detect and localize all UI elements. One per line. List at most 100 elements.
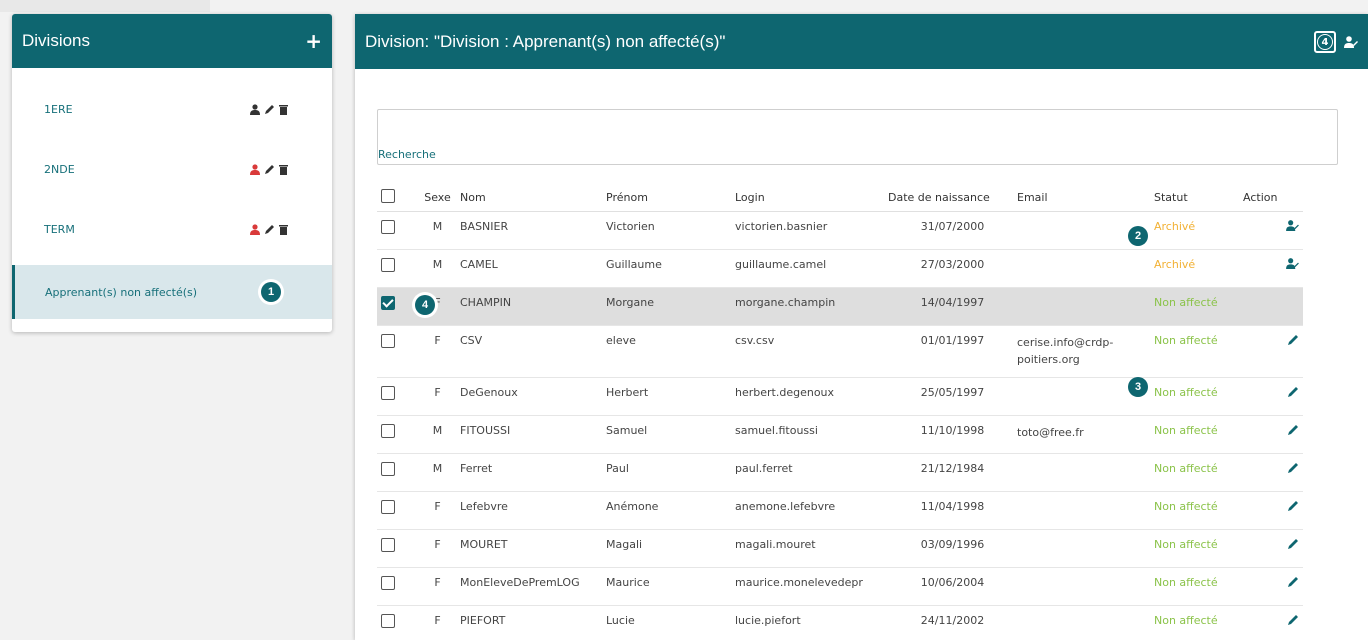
division-item-2nde[interactable]: 2NDE — [12, 142, 332, 196]
row-checkbox[interactable] — [381, 333, 395, 348]
cell-date: 25/05/1997 — [888, 377, 1017, 416]
top-strip — [0, 0, 210, 12]
row-checkbox-cell — [377, 211, 415, 250]
delete-icon[interactable] — [279, 224, 288, 235]
cell-prenom: Anémone — [606, 491, 735, 530]
row-checkbox[interactable] — [381, 257, 395, 272]
search-input[interactable] — [384, 116, 1324, 142]
col-login[interactable]: Login — [735, 185, 888, 212]
row-checkbox[interactable] — [381, 219, 395, 234]
divisions-panel: Divisions + 1ERE 2NDE TERM Apprenant(s) … — [12, 14, 332, 332]
table-row[interactable]: M CAMEL Guillaume guillaume.camel 27/03/2000… — [377, 249, 1303, 288]
cell-email — [1017, 605, 1154, 640]
row-checkbox-cell — [377, 415, 415, 454]
edit-icon[interactable] — [1287, 614, 1299, 626]
division-item-non-affectes[interactable]: Apprenant(s) non affecté(s) 1 — [12, 265, 332, 319]
table-row[interactable]: M FITOUSSI Samuel samuel.fitoussi 11/10/1998… — [377, 415, 1303, 454]
delete-icon[interactable] — [279, 104, 288, 115]
col-email[interactable]: Email — [1017, 185, 1154, 212]
cell-action — [1243, 377, 1303, 416]
select-all-checkbox[interactable] — [381, 189, 395, 204]
cell-email — [1017, 453, 1154, 492]
table-row[interactable]: F PIEFORT Lucie lucie.piefort 24/11/2002 Non … — [377, 605, 1303, 640]
assign-user-icon[interactable] — [1344, 36, 1358, 48]
col-date[interactable]: Date de naissance — [888, 185, 1017, 212]
edit-icon[interactable] — [1287, 462, 1299, 474]
table-row[interactable]: F CSV eleve csv.csv 01/01/1997 cerise.info@cr… — [377, 325, 1303, 378]
cell-date: 27/03/2000 — [888, 249, 1017, 288]
table-row[interactable]: F Lefebvre Anémone anemone.lefebvre 11/04/19… — [377, 491, 1303, 530]
table-row[interactable]: F CHAMPIN Morgane morgane.champin 14/04/1997… — [377, 287, 1303, 326]
row-checkbox[interactable] — [381, 499, 395, 514]
cell-prenom: Herbert — [606, 377, 735, 416]
edit-icon[interactable] — [1287, 386, 1299, 398]
assign-user-icon[interactable] — [250, 223, 260, 235]
cell-login: csv.csv — [735, 325, 888, 378]
cell-prenom: Samuel — [606, 415, 735, 454]
division-label: Apprenant(s) non affecté(s) — [45, 285, 198, 299]
cell-statut: Non affecté — [1154, 491, 1243, 530]
cell-prenom: Magali — [606, 529, 735, 568]
cell-sexe: F — [415, 491, 460, 530]
cell-login: maurice.monelevedepr — [735, 567, 888, 606]
search-box[interactable]: Recherche — [377, 109, 1338, 165]
cell-sexe: M — [415, 453, 460, 492]
edit-icon[interactable] — [1287, 576, 1299, 588]
cell-login: lucie.piefort — [735, 605, 888, 640]
cell-email — [1017, 287, 1154, 326]
cell-statut: Non affecté — [1154, 567, 1243, 606]
row-checkbox[interactable] — [381, 423, 395, 438]
division-label: 2NDE — [44, 162, 75, 176]
row-checkbox[interactable] — [381, 295, 395, 310]
cell-sexe: F — [415, 377, 460, 416]
divisions-header: Divisions + — [12, 14, 332, 68]
col-statut[interactable]: Statut — [1154, 185, 1243, 212]
row-checkbox[interactable] — [381, 613, 395, 628]
cell-date: 11/04/1998 — [888, 491, 1017, 530]
students-table: Sexe Nom Prénom Login Date de naissance … — [377, 185, 1303, 640]
division-detail-header: Division: "Division : Apprenant(s) non a… — [355, 14, 1368, 69]
cell-action — [1243, 249, 1303, 288]
table-row[interactable]: F DeGenoux Herbert herbert.degenoux 25/05/19… — [377, 377, 1303, 416]
cell-action — [1243, 605, 1303, 640]
col-nom[interactable]: Nom — [460, 185, 606, 212]
cell-nom: CAMEL — [460, 249, 606, 288]
cell-nom: Lefebvre — [460, 491, 606, 530]
row-checkbox[interactable] — [381, 537, 395, 552]
table-body: M BASNIER Victorien victorien.basnier 31/07/… — [377, 211, 1303, 640]
callout-badge-4: 4 — [415, 295, 435, 315]
delete-icon[interactable] — [279, 164, 288, 175]
edit-icon[interactable] — [264, 224, 275, 235]
cell-prenom: Paul — [606, 453, 735, 492]
table-row[interactable]: F MOURET Magali magali.mouret 03/09/1996 Non … — [377, 529, 1303, 568]
cell-statut: Non affecté — [1154, 453, 1243, 492]
row-checkbox-cell — [377, 605, 415, 640]
cell-sexe: F — [415, 529, 460, 568]
edit-icon[interactable] — [1287, 500, 1299, 512]
division-item-1ere[interactable]: 1ERE — [12, 82, 332, 136]
edit-icon[interactable] — [264, 164, 275, 175]
assign-user-icon[interactable] — [250, 163, 260, 175]
reassign-user-icon[interactable] — [1286, 257, 1299, 269]
row-checkbox[interactable] — [381, 385, 395, 400]
add-division-icon[interactable]: + — [305, 31, 322, 51]
cell-sexe: M — [415, 249, 460, 288]
row-checkbox[interactable] — [381, 461, 395, 476]
edit-icon[interactable] — [1287, 334, 1299, 346]
edit-icon[interactable] — [1287, 424, 1299, 436]
cell-action — [1243, 529, 1303, 568]
table-row[interactable]: F MonEleveDePremLOG Maurice maurice.monelev… — [377, 567, 1303, 606]
row-checkbox[interactable] — [381, 575, 395, 590]
row-checkbox-cell — [377, 453, 415, 492]
reassign-user-icon[interactable] — [1286, 219, 1299, 231]
edit-icon[interactable] — [1287, 538, 1299, 550]
col-prenom[interactable]: Prénom — [606, 185, 735, 212]
edit-icon[interactable] — [264, 104, 275, 115]
cell-email: cerise.info@crdp-poitiers.org — [1017, 325, 1154, 378]
assign-user-icon[interactable] — [250, 103, 260, 115]
table-row[interactable]: M BASNIER Victorien victorien.basnier 31/07/… — [377, 211, 1303, 250]
cell-email — [1017, 249, 1154, 288]
division-item-term[interactable]: TERM — [12, 202, 332, 256]
col-sexe[interactable]: Sexe — [415, 185, 460, 212]
table-row[interactable]: M Ferret Paul paul.ferret 21/12/1984 Non affe… — [377, 453, 1303, 492]
